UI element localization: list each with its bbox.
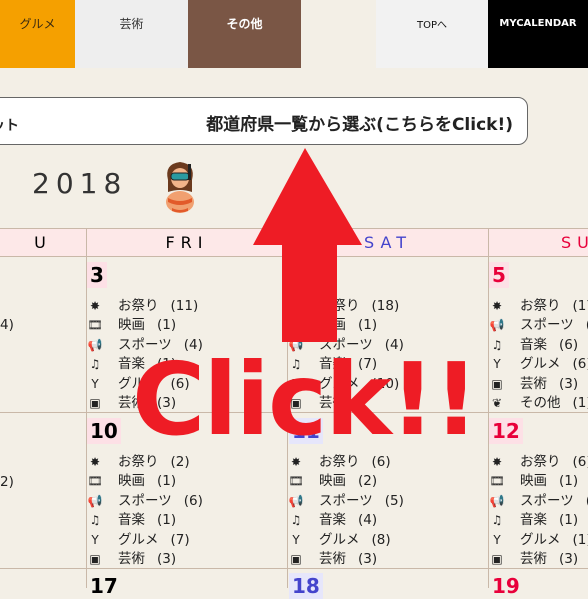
up-arrow-overlay-icon	[0, 0, 588, 588]
click-overlay-text: Click!!	[132, 345, 477, 455]
